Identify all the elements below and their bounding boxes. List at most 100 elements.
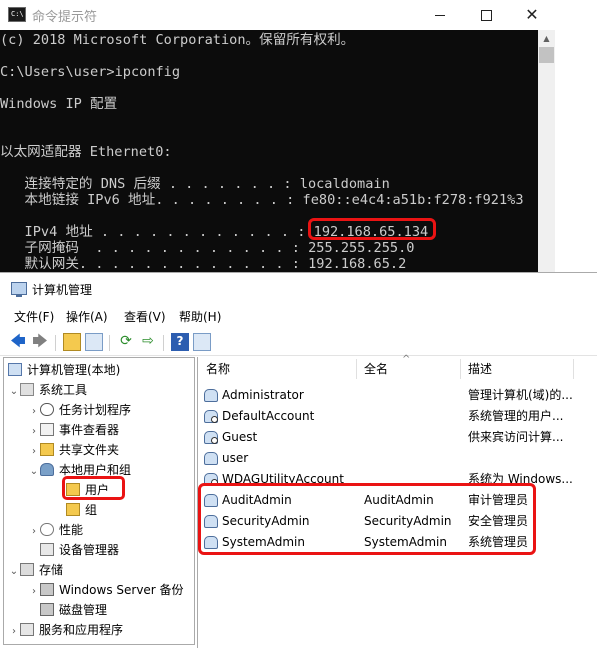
- user-description: 管理计算机(域)的...: [468, 388, 573, 402]
- tree-item-task-scheduler[interactable]: › 任务计划程序: [28, 400, 131, 420]
- user-row[interactable]: user: [198, 448, 597, 469]
- user-name: user: [222, 451, 249, 465]
- column-header-name[interactable]: 名称: [206, 357, 230, 381]
- console-line: Windows IP 配置: [0, 96, 118, 112]
- tree-item-computer-management[interactable]: 计算机管理(本地): [8, 360, 120, 380]
- column-divider[interactable]: [460, 359, 461, 379]
- tree-item-label: Windows Server 备份: [59, 583, 184, 597]
- toolbar-separator: [55, 335, 56, 351]
- tree-item-event-viewer[interactable]: › 事件查看器: [28, 420, 119, 440]
- tools-icon: [20, 383, 34, 396]
- admin-accounts-highlight-box: [198, 483, 536, 555]
- column-header-description[interactable]: 描述: [468, 357, 492, 381]
- folder-icon: [66, 503, 80, 516]
- computer-management-icon: [11, 282, 27, 297]
- export-list-icon[interactable]: ⇨: [139, 333, 157, 351]
- chevron-down-icon[interactable]: ⌄: [8, 382, 20, 402]
- services-icon: [20, 623, 34, 636]
- chevron-right-icon[interactable]: ›: [28, 582, 40, 602]
- tree-item-storage[interactable]: ⌄ 存储: [8, 560, 63, 580]
- chevron-right-icon[interactable]: ›: [8, 622, 20, 642]
- chevron-right-icon[interactable]: ›: [28, 402, 40, 422]
- cmd-window-title: 命令提示符: [32, 10, 98, 25]
- chevron-down-icon[interactable]: ⌄: [8, 562, 20, 582]
- console-line: 默认网关. . . . . . . . . . . . . : 192.168.…: [0, 256, 407, 272]
- users-icon: [40, 463, 54, 476]
- show-hide-tree-icon[interactable]: [85, 333, 103, 351]
- close-button[interactable]: ✕: [509, 0, 555, 30]
- tree-item-label: 本地用户和组: [59, 463, 132, 477]
- user-row[interactable]: Guest 供来宾访问计算...: [198, 427, 597, 448]
- console-line: 连接特定的 DNS 后缀 . . . . . . . : localdomain: [0, 176, 390, 192]
- chevron-down-icon[interactable]: ⌄: [28, 462, 40, 482]
- tree-item-shared-folders[interactable]: › 共享文件夹: [28, 440, 119, 460]
- menu-view[interactable]: 查看(V): [124, 308, 166, 325]
- console-line: (c) 2018 Microsoft Corporation。保留所有权利。: [0, 32, 355, 48]
- menu-file[interactable]: 文件(F): [14, 308, 54, 325]
- toolbar: 🡄 🡆 ⟳ ⇨ ?: [0, 329, 597, 356]
- help-icon[interactable]: ?: [171, 333, 189, 351]
- menu-bar: 文件(F) 操作(A) 查看(V) 帮助(H): [0, 305, 597, 325]
- cmd-scrollbar[interactable]: ▲: [538, 30, 555, 272]
- user-name: DefaultAccount: [222, 409, 315, 423]
- maximize-button[interactable]: [463, 0, 509, 30]
- backup-icon: [40, 583, 54, 596]
- users-list-view: 名称 全名 ^ 描述 Administrator 管理计算机(域)的... Def…: [197, 354, 597, 648]
- tree-item-groups[interactable]: 组: [66, 500, 97, 520]
- user-description: 供来宾访问计算...: [468, 430, 564, 444]
- user-row[interactable]: DefaultAccount 系统管理的用户...: [198, 406, 597, 427]
- minimize-icon: [435, 14, 445, 16]
- tree-item-label: 事件查看器: [59, 423, 120, 437]
- tree-item-services-applications[interactable]: › 服务和应用程序: [8, 620, 123, 640]
- tree-item-disk-management[interactable]: 磁盘管理: [40, 600, 107, 620]
- chevron-right-icon[interactable]: ›: [28, 442, 40, 462]
- tree-item-device-manager[interactable]: 设备管理器: [40, 540, 119, 560]
- mmc-window-title: 计算机管理: [32, 283, 93, 297]
- performance-icon: [40, 523, 54, 536]
- chevron-right-icon[interactable]: ›: [28, 522, 40, 542]
- scroll-up-arrow-icon[interactable]: ▲: [538, 30, 555, 47]
- tree-item-label: 组: [85, 503, 98, 517]
- tree-item-label: 服务和应用程序: [39, 623, 124, 637]
- console-line: C:\Users\user>ipconfig: [0, 64, 181, 80]
- tree-item-performance[interactable]: › 性能: [28, 520, 83, 540]
- user-row[interactable]: Administrator 管理计算机(域)的...: [198, 385, 597, 406]
- toolbar-separator: [109, 335, 110, 351]
- show-action-pane-icon[interactable]: [193, 333, 211, 351]
- back-arrow-icon[interactable]: 🡄: [9, 333, 27, 351]
- clock-icon: [40, 403, 54, 416]
- user-name: Administrator: [222, 388, 304, 402]
- user-icon: [204, 389, 218, 402]
- chevron-right-icon[interactable]: ›: [28, 422, 40, 442]
- event-viewer-icon: [40, 423, 54, 436]
- shared-folder-icon: [40, 443, 54, 456]
- column-header-full-name[interactable]: 全名: [364, 357, 388, 381]
- sort-ascending-icon: ^: [402, 354, 411, 365]
- computer-icon: [8, 363, 22, 376]
- console-line: 子网掩码 . . . . . . . . . . . . : 255.255.2…: [0, 240, 415, 256]
- cmd-titlebar[interactable]: C:\ 命令提示符 ✕: [0, 0, 555, 30]
- device-manager-icon: [40, 543, 54, 556]
- disk-icon: [40, 603, 54, 616]
- forward-arrow-icon[interactable]: 🡆: [31, 333, 49, 351]
- menu-action[interactable]: 操作(A): [66, 308, 108, 325]
- tree-item-label: 设备管理器: [59, 543, 120, 557]
- up-folder-icon[interactable]: [63, 333, 81, 351]
- ipv4-highlight-box: [308, 218, 436, 240]
- console-line: 本地链接 IPv6 地址. . . . . . . . : fe80::e4c4…: [0, 192, 524, 208]
- tree-item-label: 性能: [59, 523, 84, 537]
- mmc-titlebar[interactable]: 计算机管理: [0, 273, 597, 303]
- tree-item-system-tools[interactable]: ⌄ 系统工具: [8, 380, 87, 400]
- scrollbar-thumb[interactable]: [539, 47, 554, 63]
- tree-item-windows-server-backup[interactable]: › Windows Server 备份: [28, 580, 184, 600]
- refresh-icon[interactable]: ⟳: [117, 333, 135, 351]
- storage-icon: [20, 563, 34, 576]
- disabled-user-icon: [204, 410, 218, 423]
- tree-item-label: 系统工具: [39, 383, 88, 397]
- computer-management-window: 计算机管理 文件(F) 操作(A) 查看(V) 帮助(H) 🡄 🡆 ⟳ ⇨ ? …: [0, 272, 597, 648]
- column-divider[interactable]: [356, 359, 357, 379]
- column-divider[interactable]: [573, 359, 574, 379]
- menu-help[interactable]: 帮助(H): [179, 308, 221, 325]
- tree-item-label: 共享文件夹: [59, 443, 120, 457]
- minimize-button[interactable]: [417, 0, 463, 30]
